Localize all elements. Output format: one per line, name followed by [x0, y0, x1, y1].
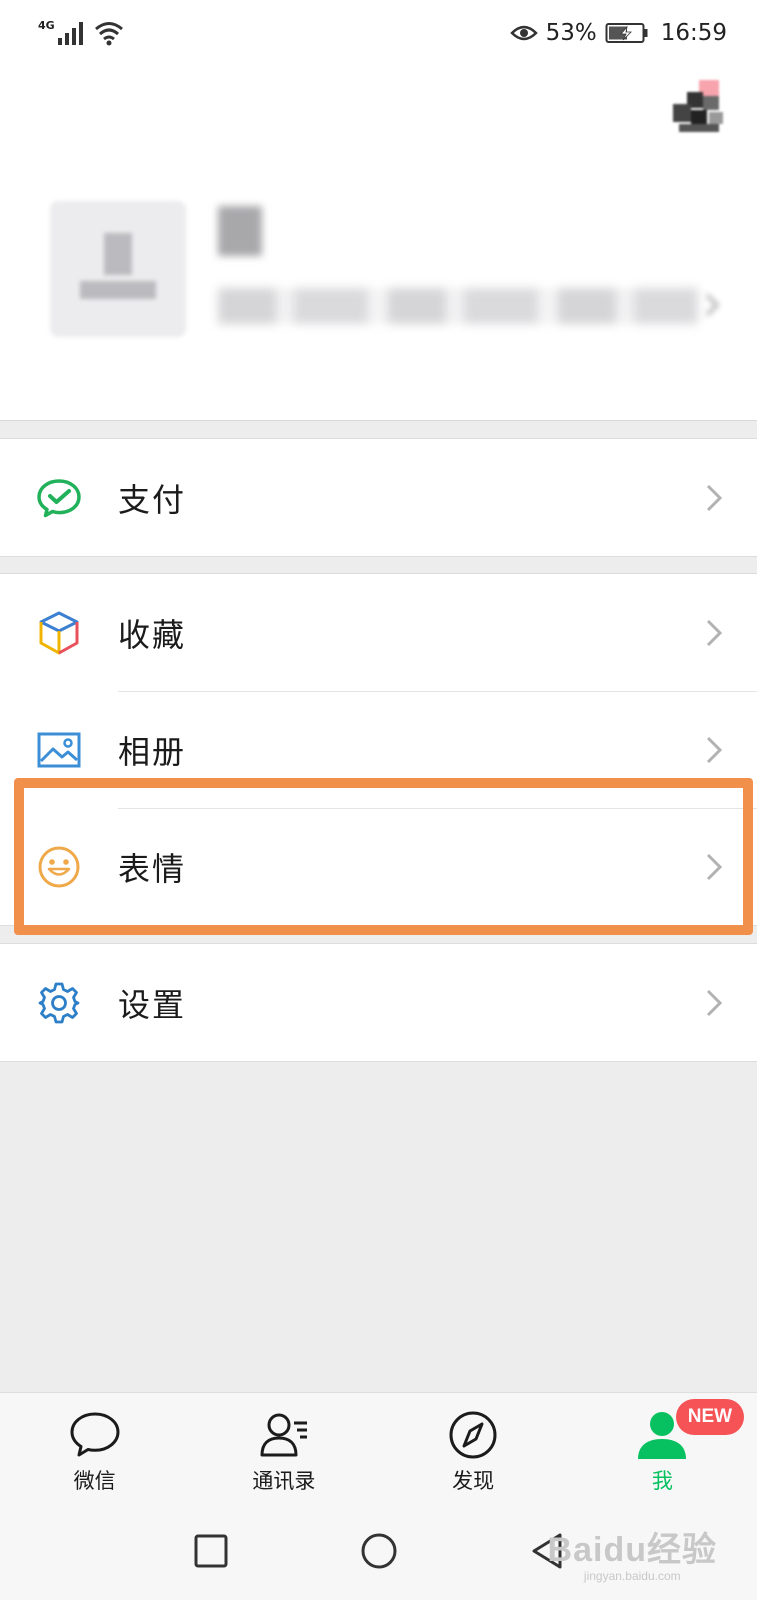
home-icon[interactable] — [358, 1530, 400, 1572]
favorites-cube-icon — [36, 610, 82, 656]
watermark-site: jingyan.baidu.com — [583, 1569, 681, 1583]
menu-label-pay: 支付 — [118, 480, 187, 519]
menu-row-pay[interactable]: 支付 — [0, 439, 757, 556]
recent-apps-icon[interactable] — [190, 1530, 232, 1572]
wechat-id — [218, 288, 698, 324]
album-image-icon — [36, 727, 82, 773]
eye-comfort-icon — [509, 25, 538, 41]
menu-label-favorites: 收藏 — [118, 615, 187, 654]
tab-label-me: 我 — [651, 1469, 673, 1493]
menu-group-main: 收藏 相册 表情 — [0, 573, 757, 926]
nickname — [218, 206, 262, 256]
menu-row-settings[interactable]: 设置 — [0, 944, 757, 1061]
bottom-tab-bar: 微信 通讯录 发现 我 NEW — [0, 1392, 757, 1502]
chevron-right-icon — [706, 619, 723, 646]
watermark-logo: Baidu经验 — [547, 1531, 717, 1569]
menu-label-stickers: 表情 — [118, 849, 187, 888]
menu-group-settings: 设置 — [0, 943, 757, 1062]
tab-label-chats: 微信 — [73, 1469, 116, 1493]
menu-row-album[interactable]: 相册 — [0, 691, 757, 808]
tab-me[interactable]: 我 NEW — [568, 1393, 757, 1502]
clock: 16:59 — [660, 20, 727, 46]
chevron-right-icon — [706, 853, 723, 880]
chevron-right-icon — [705, 293, 720, 317]
tab-contacts[interactable]: 通讯录 — [189, 1393, 378, 1502]
compass-icon — [449, 1411, 497, 1459]
chevron-right-icon — [706, 989, 723, 1016]
new-badge: NEW — [675, 1399, 745, 1435]
profile-header[interactable] — [0, 66, 757, 421]
network-type: 4G — [38, 18, 55, 32]
menu-row-stickers[interactable]: 表情 — [0, 808, 757, 925]
tab-label-contacts: 通讯录 — [252, 1469, 316, 1493]
menu-label-album: 相册 — [118, 732, 187, 771]
tab-chats[interactable]: 微信 — [0, 1393, 189, 1502]
wifi-icon — [94, 22, 123, 46]
battery-charging-icon — [605, 23, 648, 43]
tab-discover[interactable]: 发现 — [379, 1393, 568, 1502]
status-bar: 4G 53% 16:59 — [0, 0, 757, 66]
status-left: 4G — [38, 18, 125, 46]
avatar[interactable] — [50, 201, 186, 337]
battery-percent: 53% — [545, 20, 597, 46]
menu-group-pay: 支付 — [0, 438, 757, 557]
menu-label-settings: 设置 — [118, 985, 187, 1024]
wechat-pay-icon — [36, 475, 82, 521]
qr-code-thumbnail[interactable] — [673, 70, 729, 134]
chat-bubble-icon — [70, 1412, 120, 1457]
gear-icon — [36, 980, 82, 1026]
signal-icon — [57, 22, 83, 45]
sticker-smile-icon — [36, 844, 82, 890]
chevron-right-icon — [706, 736, 723, 763]
status-right: 53% 16:59 — [509, 20, 727, 46]
menu-row-favorites[interactable]: 收藏 — [0, 574, 757, 691]
chevron-right-icon — [706, 484, 723, 511]
contacts-icon — [260, 1413, 307, 1457]
watermark: Baidu经验 jingyan.baidu.com — [548, 1522, 717, 1583]
tab-label-discover: 发现 — [452, 1469, 495, 1493]
